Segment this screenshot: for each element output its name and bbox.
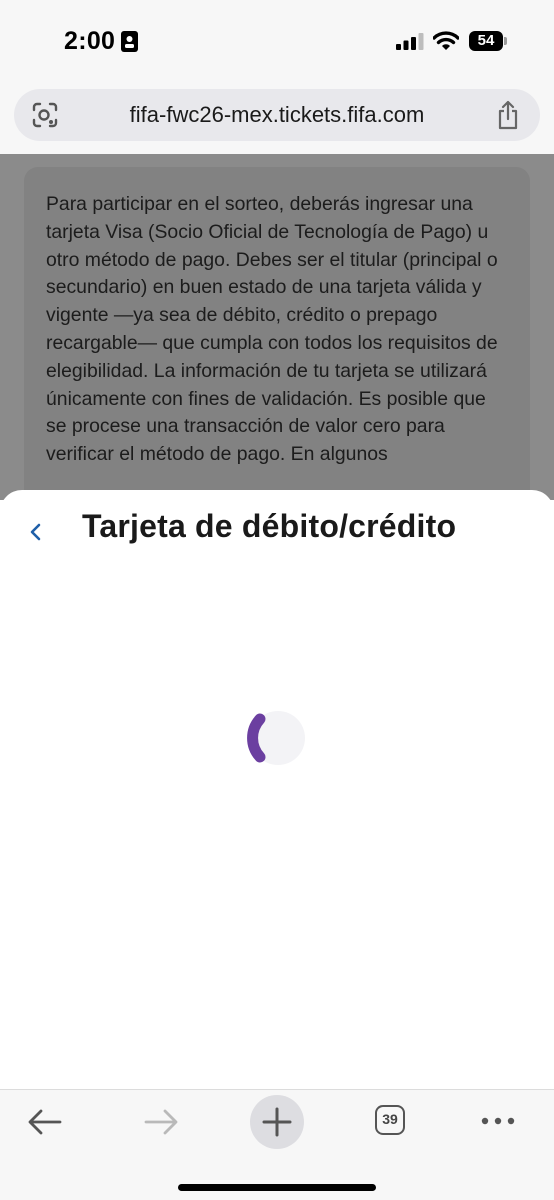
loading-spinner-icon xyxy=(247,711,305,765)
plus-icon xyxy=(262,1107,292,1137)
address-bar[interactable]: fifa-fwc26-mex.tickets.fifa.com xyxy=(14,89,540,141)
battery-level: 54 xyxy=(469,31,503,51)
card-bottom-sheet: Tarjeta de débito/crédito xyxy=(0,490,554,1090)
new-tab-button[interactable] xyxy=(250,1095,304,1149)
home-indicator[interactable] xyxy=(178,1184,376,1191)
signal-bars-icon xyxy=(396,33,424,50)
back-arrow-icon[interactable] xyxy=(26,1106,64,1138)
more-icon[interactable] xyxy=(478,1106,518,1136)
id-card-icon xyxy=(121,31,138,52)
battery-icon: 54 xyxy=(469,31,509,51)
sheet-title: Tarjeta de débito/crédito xyxy=(82,508,457,544)
tabs-icon[interactable]: 39 xyxy=(375,1105,405,1135)
browser-toolbar: 39 xyxy=(0,1089,554,1200)
status-time: 2:00 xyxy=(64,27,116,55)
background-page-overlay: Para participar en el sorteo, deberás in… xyxy=(0,154,554,500)
chevron-left-icon[interactable] xyxy=(28,522,42,542)
status-bar: 2:00 54 xyxy=(0,0,554,82)
wifi-icon xyxy=(433,31,459,50)
share-icon[interactable] xyxy=(496,100,520,130)
background-paragraph: Para participar en el sorteo, deberás in… xyxy=(46,193,498,466)
url-text[interactable]: fifa-fwc26-mex.tickets.fifa.com xyxy=(74,89,480,141)
browser-address-area: fifa-fwc26-mex.tickets.fifa.com xyxy=(0,82,554,154)
lens-icon[interactable] xyxy=(32,102,58,128)
forward-arrow-icon[interactable] xyxy=(142,1106,180,1138)
